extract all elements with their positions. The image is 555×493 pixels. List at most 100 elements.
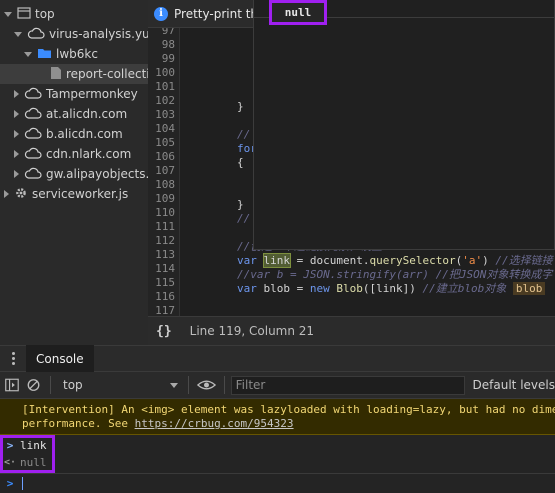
chevron-down-icon[interactable] [24,51,32,57]
code-line-111: // [237,212,251,225]
tree-item[interactable]: cdn.nlark.com [0,144,148,164]
tree-item[interactable]: at.alicdn.com [0,104,148,124]
code-line-110: } [237,198,244,211]
tab-console[interactable]: Console [26,345,94,372]
line-number[interactable]: 103 [148,108,175,122]
cloud-icon [24,167,42,182]
console-input-entry: > link [0,437,555,454]
line-number[interactable]: 113 [148,248,175,262]
chevron-right-icon[interactable] [14,130,19,138]
tree-item[interactable]: b.alicdn.com [0,124,148,144]
tree-item-label: serviceworker.js [32,187,129,201]
tree-item-label: lwb6kc [56,47,98,61]
code-paren: ) [482,254,489,267]
cloud-icon [24,107,42,122]
log-levels-dropdown[interactable]: Default levels [473,378,555,392]
line-number[interactable]: 98 [148,38,175,52]
tree-item[interactable]: lwb6kc [0,44,148,64]
line-number[interactable]: 102 [148,94,175,108]
more-tools-icon[interactable] [0,352,26,365]
chevron-down-icon[interactable] [4,11,12,17]
warning-text-continued: performance. See https://crbug.com/95432… [22,417,555,431]
line-number[interactable]: 97 [148,28,175,38]
filter-input[interactable] [230,375,465,395]
folder-icon [37,47,52,62]
chevron-right-icon[interactable] [14,90,19,98]
tree-item-label: top [35,7,55,21]
chevron-right-icon[interactable] [14,150,19,158]
cloud-icon [24,127,42,142]
chevron-right-icon[interactable] [4,190,9,198]
prompt-caret-icon: > [6,477,14,490]
code-comment: //选择链接 [488,254,553,267]
line-number[interactable]: 108 [148,178,175,192]
keyword-var: var [237,254,257,267]
code-line-114: var link = document.querySelector('a') /… [237,253,553,268]
tree-item[interactable]: virus-analysis.yuque.com [0,24,148,44]
file-tree: top virus-analysis.yuque.com lwb6kc report-… [0,0,148,345]
chevron-down-icon [169,382,178,388]
sidebar-toggle-icon[interactable] [0,376,23,394]
line-number[interactable]: 111 [148,220,175,234]
clear-console-icon[interactable] [23,376,44,394]
line-number[interactable]: 110 [148,206,175,220]
console-warning: [Intervention] An <img> element was lazy… [0,399,555,435]
tree-item[interactable]: top [0,4,148,24]
code-line-105: // [237,128,251,141]
console-toolbar: top Default levels [0,372,555,399]
tree-item-label: b.alicdn.com [46,127,123,141]
text-cursor [22,477,23,490]
line-number[interactable]: 115 [148,276,175,290]
tree-item[interactable]: Tampermonkey [0,84,148,104]
code-comment: //建立blob对象 [415,282,507,295]
code-variable: blob [256,282,290,295]
line-number[interactable]: 100 [148,66,175,80]
toolbar-separator [223,376,225,394]
tree-item-label: cdn.nlark.com [46,147,132,161]
tree-item[interactable]: gw.alipayobjects.com [0,164,148,184]
code-line-115: //var b = JSON.stringify(arr) //把JSON对象转… [237,268,553,281]
warning-text: [Intervention] An <img> element was lazy… [22,403,555,416]
context-label: top [63,378,83,392]
tree-item[interactable]: serviceworker.js [0,184,148,204]
keyword-var: var [237,282,257,295]
chevron-down-icon[interactable] [14,31,22,37]
code-token: = [290,282,310,295]
line-number[interactable]: 114 [148,262,175,276]
file-icon [50,66,62,83]
context-selector[interactable]: top [57,378,182,392]
line-number[interactable]: 101 [148,80,175,94]
tree-item-label: Tampermonkey [46,87,138,101]
highlighted-variable[interactable]: link [262,253,291,268]
pretty-print-button[interactable]: {} [156,324,172,339]
code-line-103: } [237,100,244,113]
toolbar-separator [50,376,51,394]
chevron-right-icon[interactable] [14,170,19,178]
frame-icon [17,6,31,22]
line-number[interactable]: 107 [148,164,175,178]
eye-icon[interactable] [195,376,218,394]
keyword-new: new [309,282,330,295]
cloud-icon [27,27,45,42]
line-number[interactable]: 117 [148,304,175,316]
input-output-highlight [0,435,55,473]
popover-value: null [269,0,327,25]
tree-item[interactable]: report-collection [0,64,148,84]
line-number[interactable]: 112 [148,234,175,248]
line-number[interactable]: 104 [148,122,175,136]
warning-link[interactable]: https://crbug.com/954323 [135,417,294,430]
line-number[interactable]: 99 [148,52,175,66]
line-number[interactable]: 109 [148,192,175,206]
tree-item-label: at.alicdn.com [46,107,128,121]
code-function: querySelector [369,254,456,267]
cloud-icon [24,147,42,162]
console-prompt[interactable]: > [0,473,555,493]
line-number[interactable]: 105 [148,136,175,150]
code-string: 'a' [462,254,483,267]
tree-item-label: virus-analysis.yuque.com [49,27,148,41]
line-number[interactable]: 116 [148,290,175,304]
chevron-right-icon[interactable] [14,110,19,118]
tree-item-label: gw.alipayobjects.com [46,167,148,181]
drawer-tab-bar: Console [0,345,555,372]
line-number[interactable]: 106 [148,150,175,164]
